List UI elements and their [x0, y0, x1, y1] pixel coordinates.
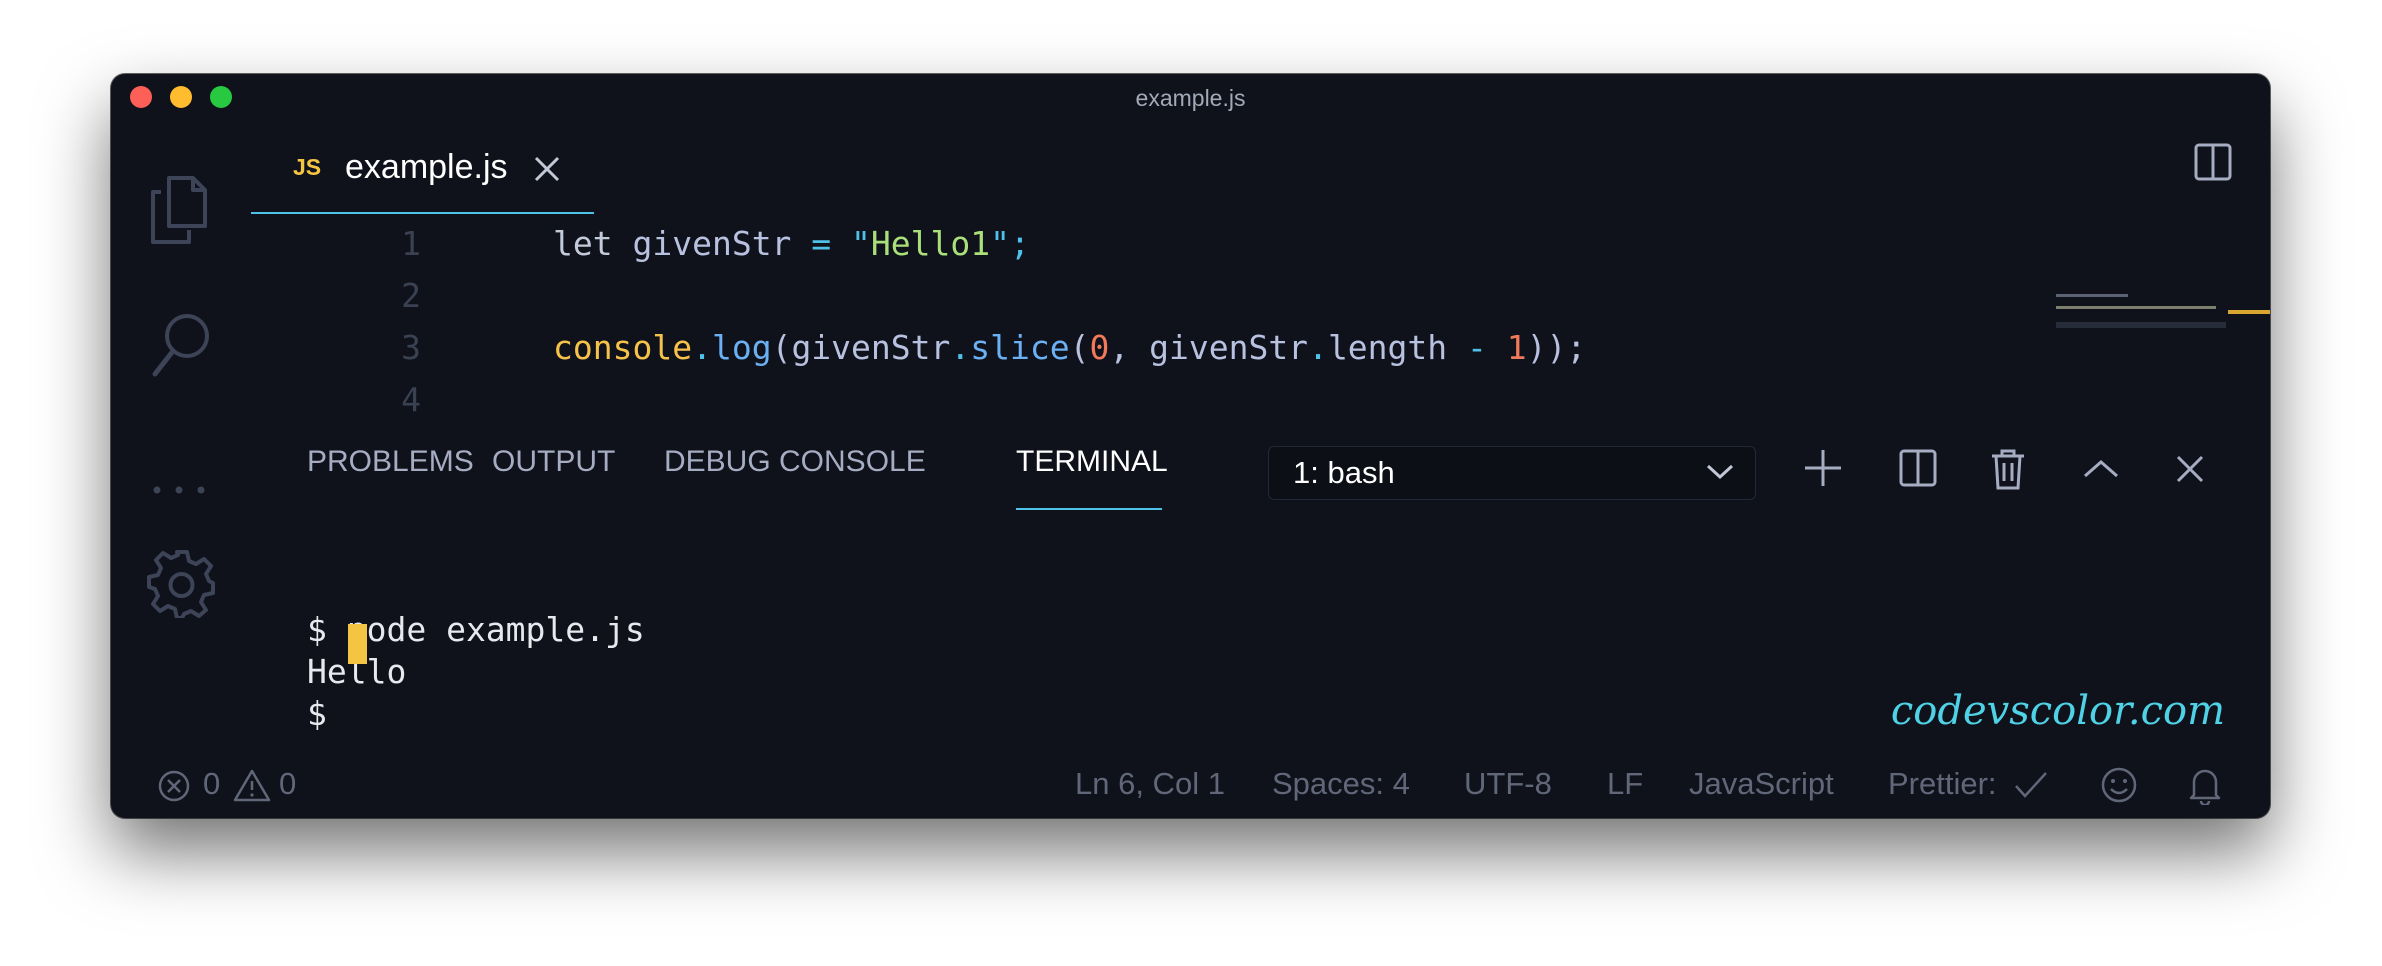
- settings-gear-icon[interactable]: [147, 548, 217, 618]
- js-file-icon: JS: [293, 154, 322, 180]
- new-terminal-icon[interactable]: [1803, 448, 1843, 493]
- maximize-panel-icon[interactable]: [2081, 458, 2121, 485]
- editor-tab-bar: JS example.js: [251, 120, 2270, 216]
- code-token: ": [851, 224, 871, 263]
- language-mode[interactable]: JavaScript: [1689, 766, 1834, 802]
- line-ending[interactable]: LF: [1607, 766, 1643, 802]
- window-title: example.js: [1135, 85, 1246, 111]
- code-line[interactable]: 1 let givenStr = "Hello1";: [251, 218, 2230, 270]
- code-token: log: [711, 328, 772, 367]
- code-token: ;: [1010, 224, 1030, 263]
- code-token: 0: [1089, 328, 1110, 367]
- warning-count[interactable]: 0: [279, 766, 296, 802]
- feedback-smiley-icon[interactable]: [2100, 766, 2138, 809]
- code-token: length: [1327, 328, 1448, 367]
- code-token: ,: [1109, 328, 1150, 367]
- checkmark-icon: [2014, 770, 2048, 805]
- editor-window: example.js JS example.js 1 let givenStr …: [111, 74, 2270, 818]
- terminal-line: $: [307, 694, 347, 733]
- notifications-bell-icon[interactable]: [2188, 765, 2222, 810]
- minimap[interactable]: [2056, 218, 2236, 328]
- close-panel-icon[interactable]: [2175, 454, 2205, 489]
- code-token: 1: [1506, 328, 1527, 367]
- chevron-down-icon: [1705, 461, 1735, 486]
- code-line[interactable]: 4: [251, 374, 2230, 426]
- close-tab-icon[interactable]: [532, 154, 562, 189]
- tab-debug-console[interactable]: DEBUG CONSOLE: [664, 445, 926, 479]
- warning-icon[interactable]: [233, 768, 271, 807]
- code-token: (: [771, 328, 792, 367]
- code-token: givenStr: [632, 224, 792, 263]
- minimap-line: [2056, 306, 2216, 309]
- code-token: Hello1: [870, 224, 991, 263]
- code-token: =: [791, 224, 852, 263]
- code-token: ": [990, 224, 1011, 263]
- code-text: console.log(givenStr.slice(0, givenStr.l…: [553, 328, 1586, 367]
- error-icon[interactable]: [157, 769, 191, 808]
- trash-icon[interactable]: [1990, 448, 2026, 495]
- activity-bar: [111, 120, 251, 760]
- terminal-selector[interactable]: 1: bash: [1268, 446, 1756, 500]
- code-token: (: [1069, 328, 1090, 367]
- minimap-line: [2056, 294, 2128, 297]
- line-number: 2: [401, 276, 421, 315]
- line-number: 3: [401, 328, 421, 367]
- tab-terminal[interactable]: TERMINAL: [1016, 445, 1168, 479]
- code-token: slice: [970, 328, 1070, 367]
- indentation[interactable]: Spaces: 4: [1272, 766, 1410, 802]
- code-token: console: [553, 328, 693, 367]
- scrollbar-marker: [2228, 310, 2270, 314]
- explorer-icon[interactable]: [147, 174, 211, 246]
- code-token: .: [1308, 328, 1328, 367]
- cursor-position[interactable]: Ln 6, Col 1: [1075, 766, 1225, 802]
- code-line[interactable]: 3 console.log(givenStr.slice(0, givenStr.…: [251, 322, 2230, 374]
- watermark: codevscolor.com: [1890, 688, 2225, 734]
- code-token: .: [692, 328, 712, 367]
- encoding[interactable]: UTF-8: [1464, 766, 1552, 802]
- code-text: let givenStr = "Hello1";: [553, 224, 1030, 263]
- code-token: givenStr: [1149, 328, 1309, 367]
- search-icon[interactable]: [147, 308, 219, 380]
- status-bar: 0 0 Ln 6, Col 1 Spaces: 4 UTF-8 LF JavaS…: [111, 748, 2270, 818]
- code-token: givenStr: [791, 328, 951, 367]
- line-number: 4: [401, 380, 421, 419]
- tab-problems[interactable]: PROBLEMS: [307, 445, 474, 479]
- tab-output[interactable]: OUTPUT: [492, 445, 615, 479]
- code-editor[interactable]: 1 let givenStr = "Hello1"; 2 3 console.log(g…: [251, 218, 2230, 426]
- line-number: 1: [401, 224, 421, 263]
- tab-label: example.js: [345, 148, 508, 186]
- split-terminal-icon[interactable]: [1898, 448, 1938, 493]
- title-bar: example.js: [111, 74, 2270, 120]
- code-line[interactable]: 2: [251, 270, 2230, 322]
- terminal-output[interactable]: $ node example.js Hello $: [307, 530, 2230, 733]
- prettier-status[interactable]: Prettier:: [1888, 766, 1997, 802]
- more-icon[interactable]: [147, 484, 211, 496]
- code-token: let: [553, 224, 633, 263]
- active-panel-tab-underline: [1016, 508, 1162, 510]
- code-token: -: [1447, 328, 1507, 367]
- error-count[interactable]: 0: [203, 766, 220, 802]
- terminal-cursor: [348, 624, 367, 664]
- split-editor-icon[interactable]: [2193, 142, 2233, 187]
- minimap-viewport: [2056, 322, 2226, 328]
- code-token: .: [950, 328, 971, 367]
- tab-example-js[interactable]: JS example.js: [251, 120, 594, 214]
- terminal-selector-value: 1: bash: [1293, 455, 1395, 490]
- code-token: ));: [1526, 328, 1587, 367]
